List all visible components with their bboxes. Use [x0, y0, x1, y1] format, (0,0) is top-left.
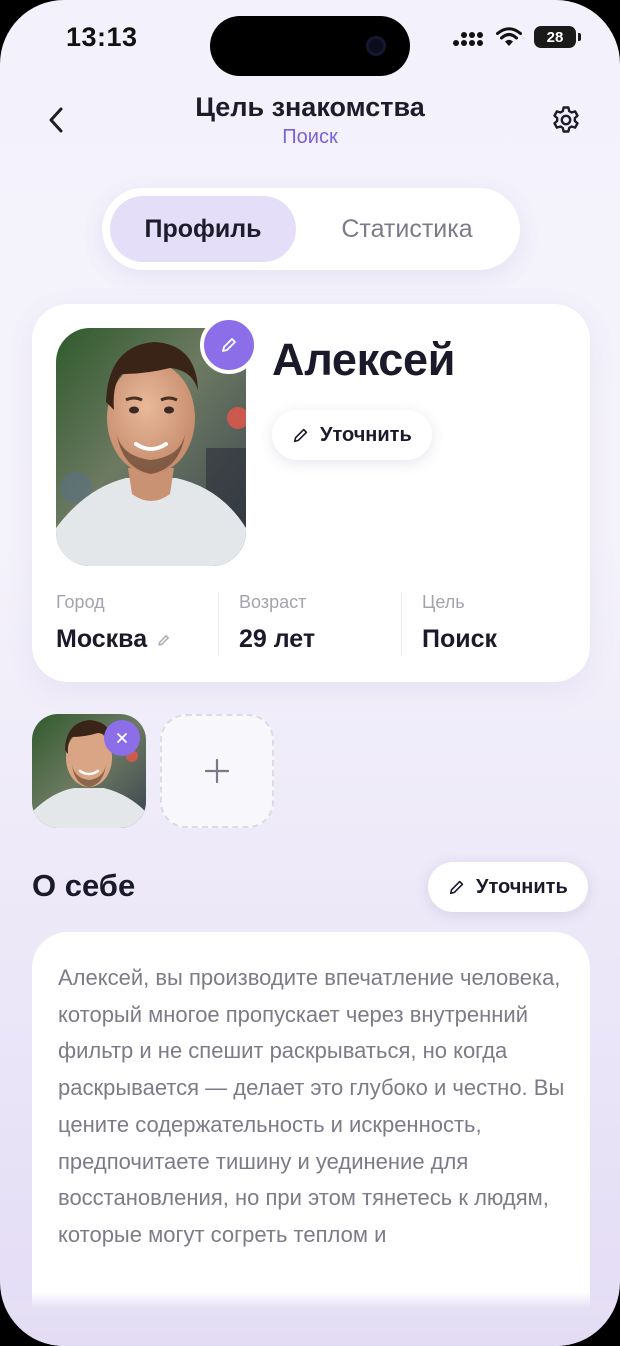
settings-icon — [553, 106, 579, 133]
page-title: Цель знакомства — [195, 92, 425, 122]
camera-icon — [366, 36, 386, 56]
stat-age-value: 29 лет — [239, 625, 316, 653]
stat-age: Возраст 29 лет — [239, 592, 315, 654]
refine-profile-button[interactable]: Уточнить — [272, 410, 432, 460]
tab-switcher: Профиль Статистика — [102, 188, 520, 270]
close-icon — [117, 733, 127, 743]
pencil-icon — [449, 880, 464, 895]
settings-button[interactable] — [546, 100, 586, 140]
page-subtitle: Поиск — [282, 126, 338, 148]
status-icons: 28 — [452, 26, 581, 48]
refine-label: Уточнить — [320, 423, 412, 446]
stat-goal-label: Цель — [422, 592, 465, 612]
phone-screen: 13:13 28 Цель знакомства Поиск Профиль С… — [0, 0, 620, 1346]
refine-about-button[interactable]: Уточнить — [428, 862, 588, 912]
pencil-icon — [222, 338, 236, 352]
stat-city-label: Город — [56, 592, 105, 612]
wifi-icon — [496, 27, 522, 46]
delete-photo-button[interactable] — [104, 720, 140, 756]
tab-statistics[interactable]: Статистика — [302, 196, 512, 262]
edit-photo-button[interactable] — [200, 316, 258, 374]
refine-label: Уточнить — [476, 875, 568, 898]
profile-card: Алексей Уточнить Город Москва Возраст 29… — [32, 304, 590, 682]
pencil-icon — [293, 428, 308, 443]
signal-icon — [453, 32, 483, 46]
battery-indicator: 28 — [534, 26, 581, 48]
about-title: О себе — [32, 868, 136, 903]
tab-profile[interactable]: Профиль — [110, 196, 296, 262]
about-text: Алексей, вы производите впечатление чело… — [58, 965, 565, 1247]
plus-icon — [204, 758, 230, 784]
stat-divider — [218, 592, 219, 656]
dynamic-island — [210, 16, 410, 76]
about-card: Алексей, вы производите впечатление чело… — [32, 932, 590, 1346]
profile-name: Алексей — [272, 334, 456, 385]
stat-goal-value: Поиск — [422, 625, 498, 653]
stat-divider — [401, 592, 402, 656]
status-time: 13:13 — [66, 22, 138, 52]
stat-city-value: Москва — [56, 625, 148, 653]
bottom-fade — [0, 1292, 620, 1346]
stat-age-label: Возраст — [239, 592, 307, 612]
stat-city[interactable]: Город Москва — [56, 592, 171, 654]
pencil-icon — [158, 634, 170, 646]
stat-goal: Цель Поиск — [422, 592, 497, 654]
add-photo-button[interactable] — [160, 714, 274, 828]
